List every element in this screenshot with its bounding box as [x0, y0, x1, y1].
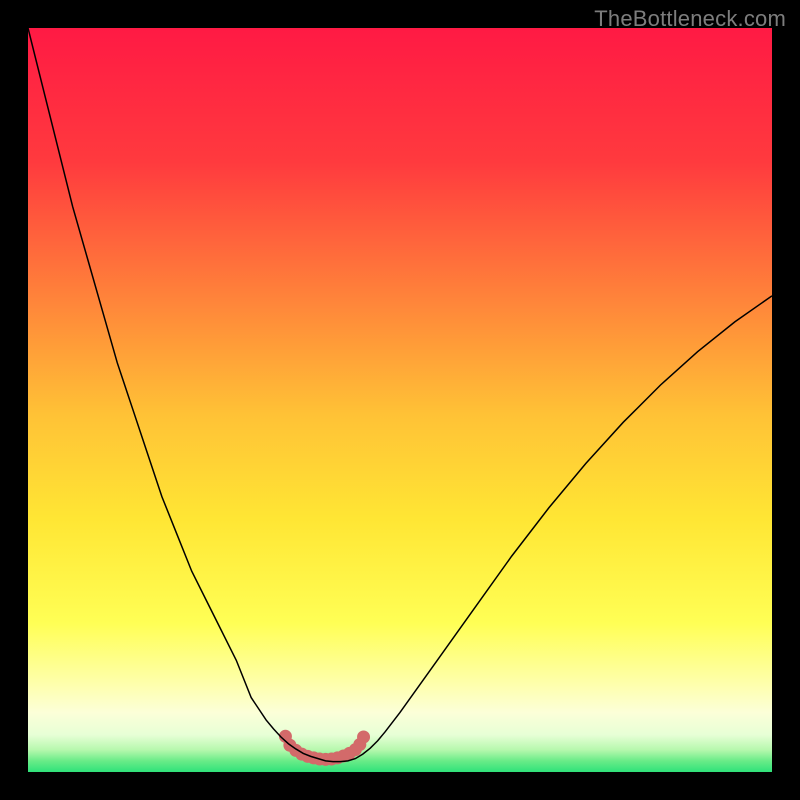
bottleneck-plot: [28, 28, 772, 772]
highlight-dot: [357, 731, 370, 744]
gradient-background: [28, 28, 772, 772]
frame-border: TheBottleneck.com: [0, 0, 800, 800]
